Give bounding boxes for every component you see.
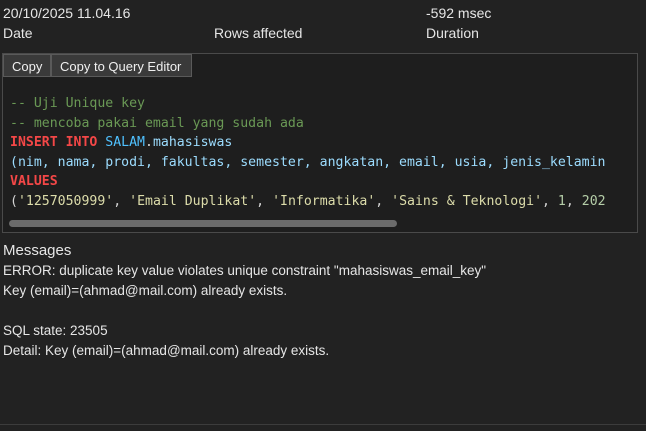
summary-headers-row: Date Rows affected Duration xyxy=(0,25,646,45)
value-angkatan: 202 xyxy=(581,193,606,209)
horizontal-scrollbar[interactable] xyxy=(9,220,397,227)
duration-value: -592 msec xyxy=(426,5,492,21)
messages-title: Messages xyxy=(3,242,72,259)
table-name: mahasiswas xyxy=(152,135,233,151)
values-keyword: VALUES xyxy=(10,174,58,190)
duration-header: Duration xyxy=(426,25,479,41)
column-list: (nim, nama, prodi, fakultas, semester, a… xyxy=(10,154,606,170)
comma: , xyxy=(565,193,582,209)
value-prodi: 'Informatika' xyxy=(272,193,376,209)
query-code[interactable]: -- Uji Unique key -- mencoba pakai email… xyxy=(10,94,606,212)
copy-to-query-editor-button[interactable]: Copy to Query Editor xyxy=(51,54,192,77)
error-message: ERROR: duplicate key value violates uniq… xyxy=(3,263,487,278)
comment-line-1: -- Uji Unique key xyxy=(10,96,145,111)
comma: , xyxy=(542,193,558,209)
value-semester: 1 xyxy=(557,193,566,209)
sql-state-message: SQL state: 23505 xyxy=(3,323,108,338)
timestamp-value: 20/10/2025 11.04.16 xyxy=(3,5,131,21)
dot-separator: . xyxy=(145,135,153,151)
key-exists-message: Key (email)=(ahmad@mail.com) already exi… xyxy=(3,283,288,298)
comma: , xyxy=(256,193,273,209)
value-nim: '1257050999' xyxy=(17,193,114,209)
comma: , xyxy=(375,193,392,209)
detail-message: Detail: Key (email)=(ahmad@mail.com) alr… xyxy=(3,343,330,358)
rows-affected-header: Rows affected xyxy=(214,25,303,41)
query-panel: Copy Copy to Query Editor -- Uji Unique … xyxy=(2,53,638,233)
value-nama: 'Email Duplikat' xyxy=(129,193,257,209)
summary-values-row: 20/10/2025 11.04.16 -592 msec xyxy=(0,5,646,25)
comment-line-2: -- mencoba pakai email yang sudah ada xyxy=(10,115,304,131)
insert-keyword: INSERT INTO xyxy=(10,135,98,151)
copy-button[interactable]: Copy xyxy=(3,54,51,77)
values-open-paren: ( xyxy=(10,193,18,209)
comma: , xyxy=(113,193,130,209)
messages-section: Messages ERROR: duplicate key value viol… xyxy=(3,241,643,361)
schema-name: SALAM xyxy=(105,135,145,151)
bottom-divider xyxy=(0,424,646,425)
value-fakultas: 'Sains & Teknologi' xyxy=(391,193,543,209)
date-header: Date xyxy=(3,25,33,41)
